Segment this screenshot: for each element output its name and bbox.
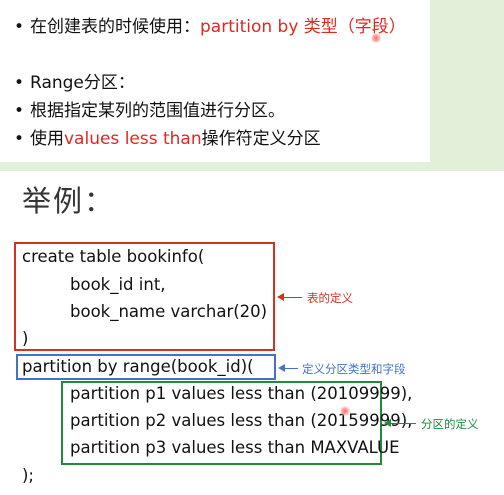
bullet-item: • Range分区： bbox=[14, 68, 135, 93]
arrow-line bbox=[390, 423, 416, 424]
bullet-item: • 在创建表的时候使用：partition by 类型（字段） bbox=[14, 12, 406, 37]
code-line: book_id int, bbox=[70, 275, 166, 294]
code-line: ) bbox=[22, 329, 29, 348]
bullet-text: Range分区： bbox=[30, 73, 135, 93]
bullet-item: • 使用values less than操作符定义分区 bbox=[14, 124, 321, 149]
code-line: partition p1 values less than (20109999)… bbox=[70, 384, 413, 403]
arrow-line bbox=[284, 368, 298, 369]
example-title: 举例： bbox=[22, 184, 116, 218]
bullet-symbol: • bbox=[14, 73, 25, 93]
bullet-text: 使用 bbox=[30, 129, 64, 149]
bullet-symbol: • bbox=[14, 101, 25, 121]
cursor-dot bbox=[340, 406, 350, 416]
arrow-line bbox=[283, 297, 302, 298]
partition-type-note: 定义分区类型和字段 bbox=[302, 362, 406, 376]
cursor-dot bbox=[371, 33, 381, 43]
bullet-suffix: 操作符定义分区 bbox=[201, 129, 321, 149]
bullet-symbol: • bbox=[14, 129, 25, 149]
code-line: partition p2 values less than (20159999)… bbox=[70, 411, 413, 430]
bullet-text: 根据指定某列的范围值进行分区。 bbox=[30, 101, 285, 121]
bullet-symbol: • bbox=[14, 17, 25, 37]
bullet-text: 在创建表的时候使用： bbox=[30, 17, 200, 37]
table-definition-note: 表的定义 bbox=[307, 291, 353, 305]
code-line: partition p3 values less than MAXVALUE bbox=[70, 438, 400, 457]
code-line: ); bbox=[22, 466, 34, 485]
bullet-highlight: values less than bbox=[64, 129, 202, 149]
bullet-item: • 根据指定某列的范围值进行分区。 bbox=[14, 96, 285, 121]
code-line: create table bookinfo( bbox=[22, 247, 205, 266]
partition-definition-note: 分区的定义 bbox=[421, 417, 479, 431]
code-line: book_name varchar(20) bbox=[70, 302, 268, 321]
code-line: partition by range(book_id)( bbox=[22, 357, 254, 376]
